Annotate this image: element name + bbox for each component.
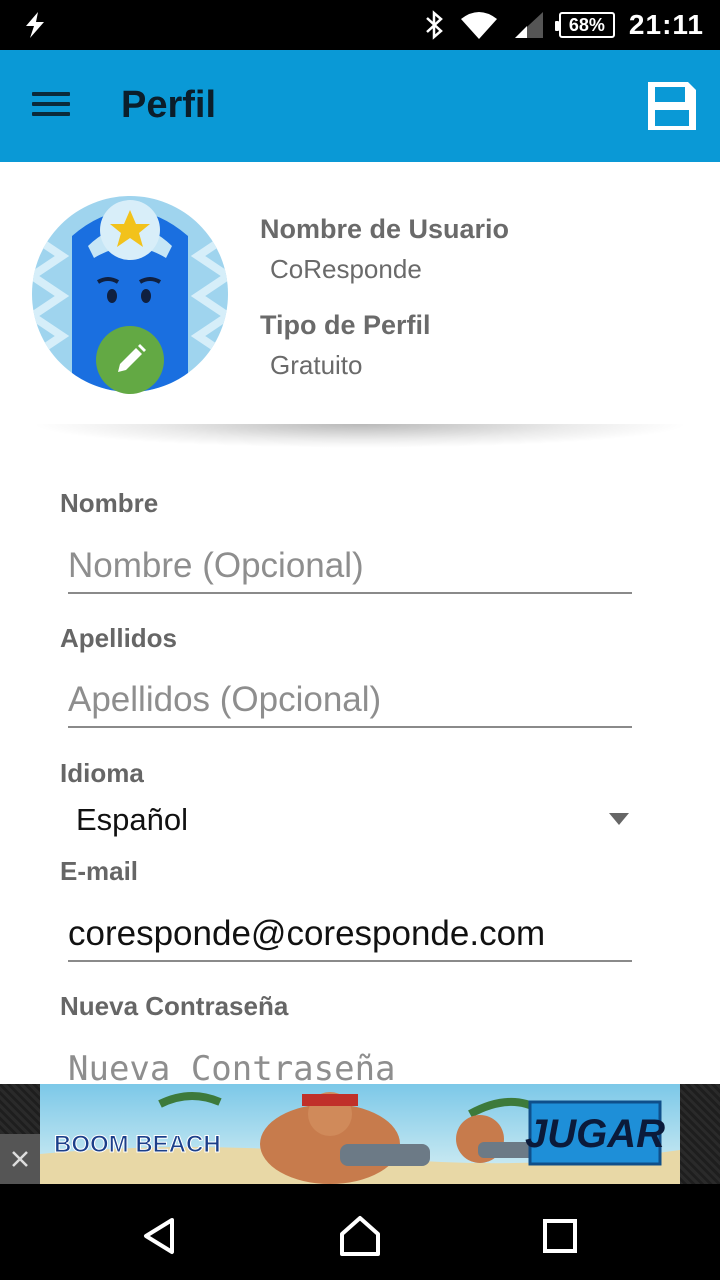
apellidos-input[interactable] bbox=[68, 674, 632, 728]
flash-icon bbox=[26, 12, 44, 38]
menu-button[interactable] bbox=[32, 86, 80, 126]
email-field[interactable] bbox=[68, 908, 632, 962]
battery-level: 68% bbox=[568, 14, 605, 35]
profile-type-value: Gratuito bbox=[270, 350, 363, 380]
save-button[interactable] bbox=[644, 78, 700, 134]
username-label: Nombre de Usuario bbox=[260, 214, 510, 244]
back-icon bbox=[144, 1218, 174, 1254]
menu-icon bbox=[32, 92, 80, 116]
signal-icon bbox=[514, 12, 543, 38]
navigation-bar bbox=[0, 1184, 720, 1280]
recents-button[interactable] bbox=[532, 1208, 588, 1264]
save-icon bbox=[648, 82, 696, 130]
recents-icon bbox=[543, 1219, 577, 1253]
clock: 21:11 bbox=[628, 9, 704, 40]
status-bar: 68% 21:11 bbox=[0, 0, 720, 50]
bluetooth-icon bbox=[426, 10, 443, 40]
close-icon bbox=[12, 1151, 28, 1167]
app-bar: Perfil bbox=[0, 50, 720, 162]
dropdown-arrow-icon bbox=[609, 813, 629, 825]
idioma-label: Idioma bbox=[60, 758, 144, 788]
nombre-label: Nombre bbox=[60, 488, 159, 518]
nombre-input[interactable] bbox=[68, 540, 632, 594]
page-title: Perfil bbox=[121, 84, 217, 126]
idioma-selected-value: Español bbox=[76, 802, 189, 837]
home-icon bbox=[340, 1216, 380, 1256]
profile-divider-shadow bbox=[30, 424, 690, 448]
idioma-select[interactable]: Español bbox=[60, 792, 640, 848]
back-button[interactable] bbox=[132, 1208, 188, 1264]
apellidos-label: Apellidos bbox=[60, 623, 178, 653]
pencil-icon bbox=[118, 344, 146, 372]
profile-type-label: Tipo de Perfil bbox=[260, 310, 431, 340]
ad-close-button[interactable] bbox=[0, 1134, 40, 1184]
ad-cta-text: JUGAR bbox=[525, 1112, 665, 1156]
ad-image[interactable]: JUGAR BOOM BEACH bbox=[40, 1084, 680, 1184]
ad-brand-text: BOOM BEACH bbox=[54, 1131, 221, 1158]
battery-icon: 68% bbox=[554, 12, 615, 38]
edit-avatar-button[interactable] bbox=[96, 326, 164, 394]
password-label: Nueva Contraseña bbox=[60, 991, 289, 1021]
username-value: CoResponde bbox=[270, 254, 422, 284]
email-label: E-mail bbox=[60, 856, 139, 886]
profile-header: Nombre de Usuario CoResponde Tipo de Per… bbox=[0, 162, 720, 432]
home-button[interactable] bbox=[332, 1208, 388, 1264]
ad-banner: JUGAR BOOM BEACH bbox=[0, 1084, 720, 1184]
wifi-icon bbox=[460, 12, 497, 39]
